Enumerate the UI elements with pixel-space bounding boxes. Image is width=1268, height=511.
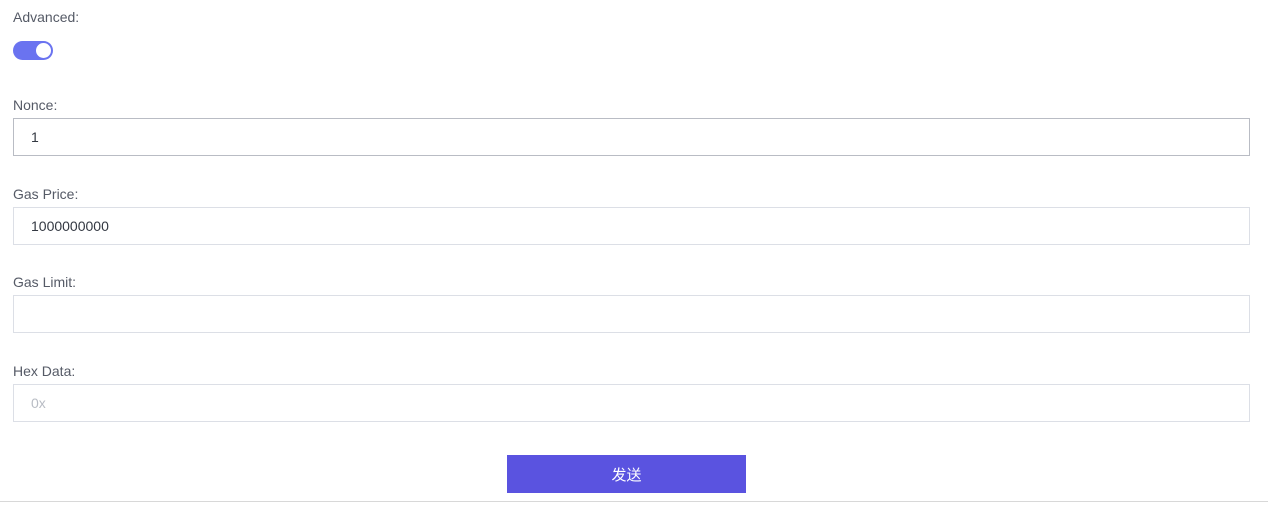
send-button[interactable]: 发送: [507, 455, 746, 493]
advanced-label: Advanced:: [13, 9, 80, 25]
toggle-knob: [36, 43, 51, 58]
hex-data-field-box: [13, 384, 1250, 422]
hex-data-label: Hex Data:: [13, 363, 76, 379]
gas-price-field-box: [13, 207, 1250, 245]
gas-limit-label: Gas Limit:: [13, 274, 77, 290]
gas-limit-field-box: [13, 295, 1250, 333]
bottom-divider: [0, 501, 1268, 502]
gas-price-input[interactable]: [14, 208, 1249, 244]
gas-limit-input[interactable]: [14, 296, 1249, 332]
hex-data-input[interactable]: [14, 385, 1249, 421]
gas-price-label: Gas Price:: [13, 186, 79, 202]
nonce-field-box: [13, 118, 1250, 156]
advanced-settings-form: Advanced: Nonce: Gas Price: Gas Limit: H…: [0, 0, 1268, 511]
advanced-toggle[interactable]: [13, 41, 53, 60]
nonce-label: Nonce:: [13, 97, 58, 113]
nonce-input[interactable]: [14, 119, 1249, 155]
